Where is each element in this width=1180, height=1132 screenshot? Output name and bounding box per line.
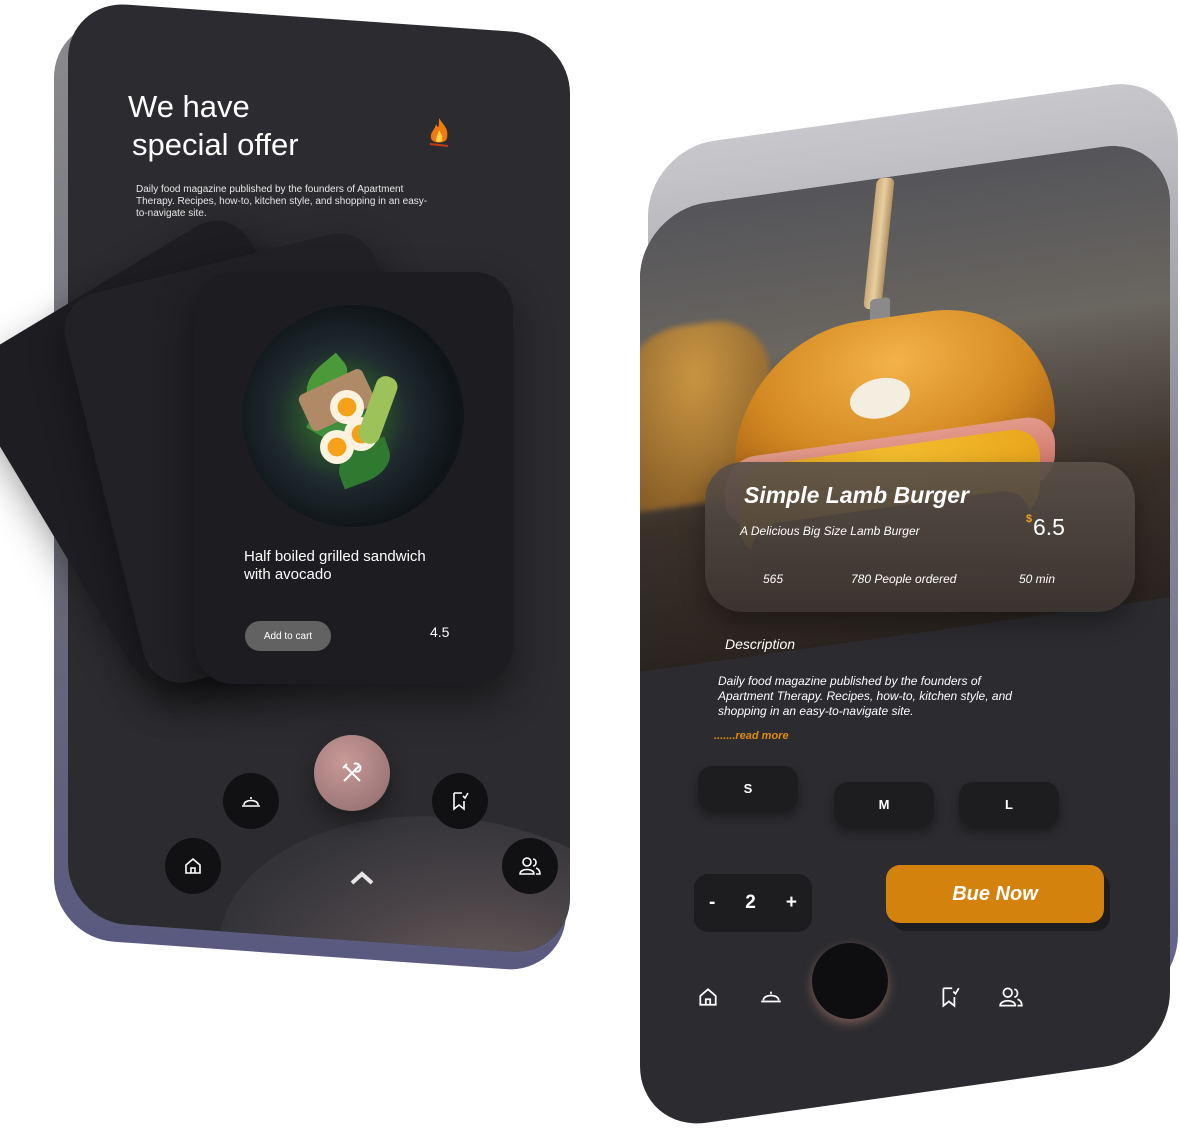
product-subtitle: A Delicious Big Size Lamb Burger — [740, 524, 920, 538]
quantity-plus-button[interactable]: + — [786, 892, 797, 914]
quantity-stepper: - 2 + — [694, 874, 812, 932]
size-s-button[interactable]: S — [698, 766, 798, 810]
read-more-link[interactable]: .......read more — [714, 730, 789, 742]
home-icon[interactable] — [697, 986, 719, 1013]
quantity-value: 2 — [745, 892, 756, 913]
page-title-line1: We have — [128, 89, 250, 124]
offer-description: Daily food magazine published by the fou… — [136, 184, 428, 219]
page-title-line2: special offer — [132, 127, 299, 162]
chevron-up-icon[interactable] — [349, 870, 375, 891]
product-price: 6.5 — [1033, 514, 1065, 540]
food-rating: 4.5 — [430, 624, 450, 640]
flame-icon — [425, 116, 453, 148]
people-ordered: 780 People ordered — [851, 572, 957, 586]
cloche-icon[interactable] — [759, 986, 783, 1011]
food-image — [242, 305, 464, 527]
cook-time: 50 min — [1019, 572, 1056, 586]
center-action-button[interactable] — [812, 943, 888, 1019]
fork-spoon-icon — [342, 762, 362, 782]
product-description: Daily food magazine published by the fou… — [718, 674, 1012, 718]
size-m-button[interactable]: M — [834, 782, 934, 826]
quantity-minus-button[interactable]: - — [709, 892, 715, 914]
price-currency: $ — [1026, 513, 1033, 525]
right-phone-screen — [640, 137, 1170, 1132]
users-icon[interactable] — [998, 986, 1024, 1013]
fork-spoon-button[interactable] — [314, 735, 390, 811]
buy-now-button[interactable]: Bue Now — [886, 865, 1104, 923]
home-icon[interactable] — [165, 838, 221, 894]
users-icon[interactable] — [502, 838, 558, 894]
cloche-icon[interactable] — [223, 773, 279, 829]
bookmark-check-icon[interactable] — [432, 773, 488, 829]
add-to-cart-button[interactable]: Add to cart — [245, 621, 331, 651]
bookmark-check-icon[interactable] — [940, 986, 960, 1013]
product-name: Simple Lamb Burger — [744, 482, 969, 508]
stat-count: 565 — [763, 572, 784, 586]
food-card-title: Half boiled grilled sandwich with avocad… — [244, 548, 426, 583]
size-l-button[interactable]: L — [959, 782, 1059, 826]
description-heading: Description — [725, 636, 796, 652]
